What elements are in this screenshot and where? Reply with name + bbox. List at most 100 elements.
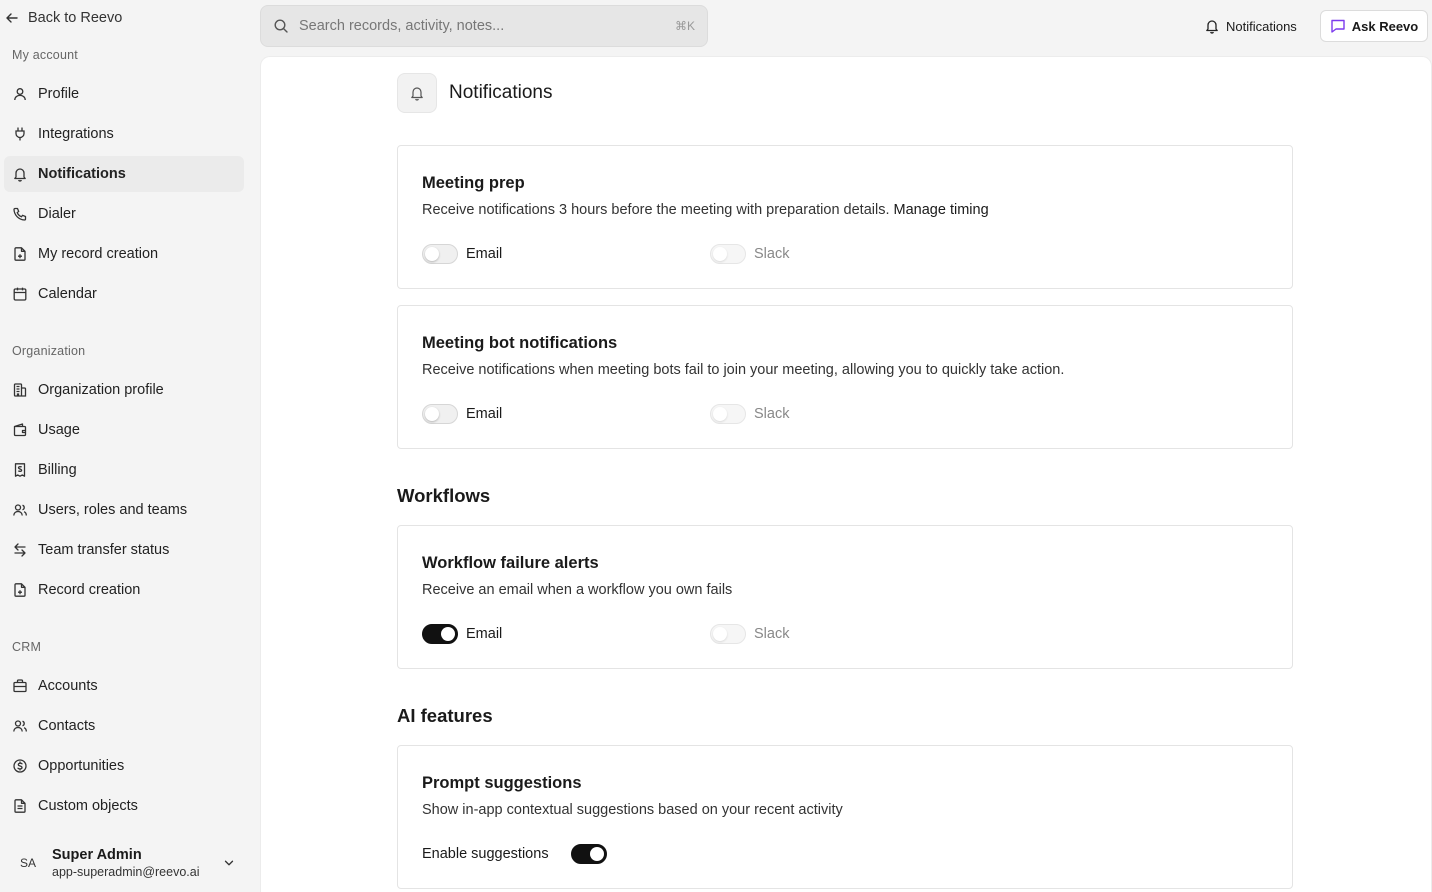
slack-label: Slack: [754, 406, 790, 422]
card-description-text: Receive notifications 3 hours before the…: [422, 202, 890, 218]
bell-icon: [411, 87, 423, 101]
sidebar-item-label: Usage: [38, 422, 80, 438]
sidebar-item-dialer[interactable]: Dialer: [4, 196, 244, 232]
card-meeting-bot-notifications: Meeting bot notifications Receive notifi…: [397, 305, 1293, 449]
user-icon: [14, 88, 26, 101]
page-header: Notifications: [397, 73, 553, 113]
email-toggle-row: Email: [422, 404, 502, 424]
enable-suggestions-toggle[interactable]: [570, 844, 607, 864]
section-title-crm: CRM: [12, 640, 42, 654]
sidebar-item-organization-profile[interactable]: Organization profile: [4, 372, 244, 408]
sidebar-item-label: Team transfer status: [38, 542, 170, 558]
main-panel: Notifications Meeting prep Receive notif…: [260, 56, 1432, 892]
sidebar-item-label: Users, roles and teams: [38, 502, 188, 518]
section-title-my-account: My account: [12, 48, 78, 62]
card-meeting-prep: Meeting prep Receive notifications 3 hou…: [397, 145, 1293, 289]
sidebar-item-label: Organization profile: [38, 382, 164, 398]
user-email: app-superadmin@reevo.ai: [52, 864, 200, 879]
sidebar-item-calendar[interactable]: Calendar: [4, 276, 244, 312]
email-toggle[interactable]: [422, 404, 458, 424]
receipt-icon: [14, 463, 26, 477]
sidebar-item-notifications[interactable]: Notifications: [4, 156, 244, 192]
sidebar-item-billing[interactable]: Billing: [4, 452, 244, 488]
file-plus-icon: [14, 247, 26, 261]
slack-toggle: [710, 624, 746, 644]
sidebar-item-team-transfer-status[interactable]: Team transfer status: [4, 532, 244, 568]
page-title: Notifications: [449, 82, 553, 103]
slack-toggle: [710, 244, 746, 264]
back-label: Back to Reevo: [28, 10, 123, 26]
sidebar-item-accounts[interactable]: Accounts: [4, 668, 244, 704]
sidebar-item-record-creation[interactable]: Record creation: [4, 572, 244, 608]
building-icon: [13, 383, 27, 397]
sidebar-item-integrations[interactable]: Integrations: [4, 116, 244, 152]
card-title: Workflow failure alerts: [422, 554, 599, 572]
section-heading-workflows: Workflows: [397, 485, 491, 506]
ask-reevo-button[interactable]: Ask Reevo: [1320, 10, 1428, 42]
sidebar-item-usage[interactable]: Usage: [4, 412, 244, 448]
back-to-reevo-link[interactable]: Back to Reevo: [4, 6, 122, 30]
sidebar-item-users-roles-teams[interactable]: Users, roles and teams: [4, 492, 244, 528]
arrow-left-icon: [6, 13, 18, 23]
manage-timing-link[interactable]: Manage timing: [894, 202, 989, 218]
email-toggle[interactable]: [422, 244, 458, 264]
sidebar-item-label: My record creation: [38, 246, 159, 262]
card-title: Meeting prep: [422, 174, 525, 192]
card-prompt-suggestions: Prompt suggestions Show in-app contextua…: [397, 745, 1293, 889]
sidebar-item-label: Calendar: [38, 286, 97, 302]
email-toggle-row: Email: [422, 624, 502, 644]
card-workflow-failure-alerts: Workflow failure alerts Receive an email…: [397, 525, 1293, 669]
calendar-icon: [13, 287, 27, 301]
avatar: SA: [19, 856, 36, 870]
slack-toggle-row: Slack: [710, 624, 789, 644]
notifications-button[interactable]: Notifications: [1196, 10, 1305, 42]
sidebar-item-label: Dialer: [38, 206, 76, 222]
sidebar-item-opportunities[interactable]: Opportunities: [4, 748, 244, 784]
sidebar-item-label: Notifications: [38, 166, 126, 182]
chevron-down-icon[interactable]: [222, 856, 236, 870]
slack-toggle-row: Slack: [710, 404, 789, 424]
sidebar-item-label: Billing: [38, 462, 77, 478]
search-icon: [274, 19, 288, 33]
email-label: Email: [466, 626, 503, 642]
slack-label: Slack: [754, 246, 790, 262]
enable-suggestions-label: Enable suggestions: [422, 846, 549, 862]
file-plus-icon: [14, 583, 26, 597]
card-description: Show in-app contextual suggestions based…: [422, 802, 843, 818]
card-description: Receive notifications when meeting bots …: [422, 362, 1065, 378]
email-toggle[interactable]: [422, 624, 458, 644]
sidebar-item-my-record-creation[interactable]: My record creation: [4, 236, 244, 272]
email-label: Email: [466, 406, 503, 422]
sidebar-item-custom-objects[interactable]: Custom objects: [4, 788, 244, 824]
briefcase-icon: [13, 679, 27, 693]
chat-icon: [1331, 19, 1345, 33]
card-title: Meeting bot notifications: [422, 334, 618, 352]
global-search[interactable]: ⌘K: [260, 5, 708, 47]
user-menu[interactable]: SA Super Admin app-superadmin@reevo.ai: [8, 840, 244, 886]
users-icon: [13, 504, 27, 516]
email-toggle-row: Email: [422, 244, 502, 264]
card-description: Receive an email when a workflow you own…: [422, 582, 733, 598]
phone-icon: [13, 207, 27, 221]
sidebar-item-profile[interactable]: Profile: [4, 76, 244, 112]
sidebar-item-label: Profile: [38, 86, 80, 102]
sidebar: Back to Reevo My account Profile Integra…: [0, 0, 252, 892]
sidebar-item-label: Contacts: [38, 718, 96, 734]
bell-icon: [1206, 20, 1218, 34]
email-label: Email: [466, 246, 503, 262]
card-description: Receive notifications 3 hours before the…: [422, 202, 989, 218]
bell-icon: [14, 168, 26, 182]
search-shortcut: ⌘K: [674, 19, 695, 33]
wallet-icon: [13, 423, 27, 437]
sidebar-item-label: Opportunities: [38, 758, 125, 774]
slack-toggle: [710, 404, 746, 424]
search-input[interactable]: [299, 18, 659, 34]
sidebar-item-label: Custom objects: [38, 798, 138, 814]
card-title: Prompt suggestions: [422, 774, 582, 792]
sidebar-item-contacts[interactable]: Contacts: [4, 708, 244, 744]
user-info: Super Admin app-superadmin@reevo.ai: [52, 847, 200, 880]
section-heading-ai-features: AI features: [397, 705, 493, 726]
document-icon: [14, 799, 26, 813]
page-icon: [397, 73, 437, 113]
ask-reevo-label: Ask Reevo: [1351, 18, 1419, 34]
